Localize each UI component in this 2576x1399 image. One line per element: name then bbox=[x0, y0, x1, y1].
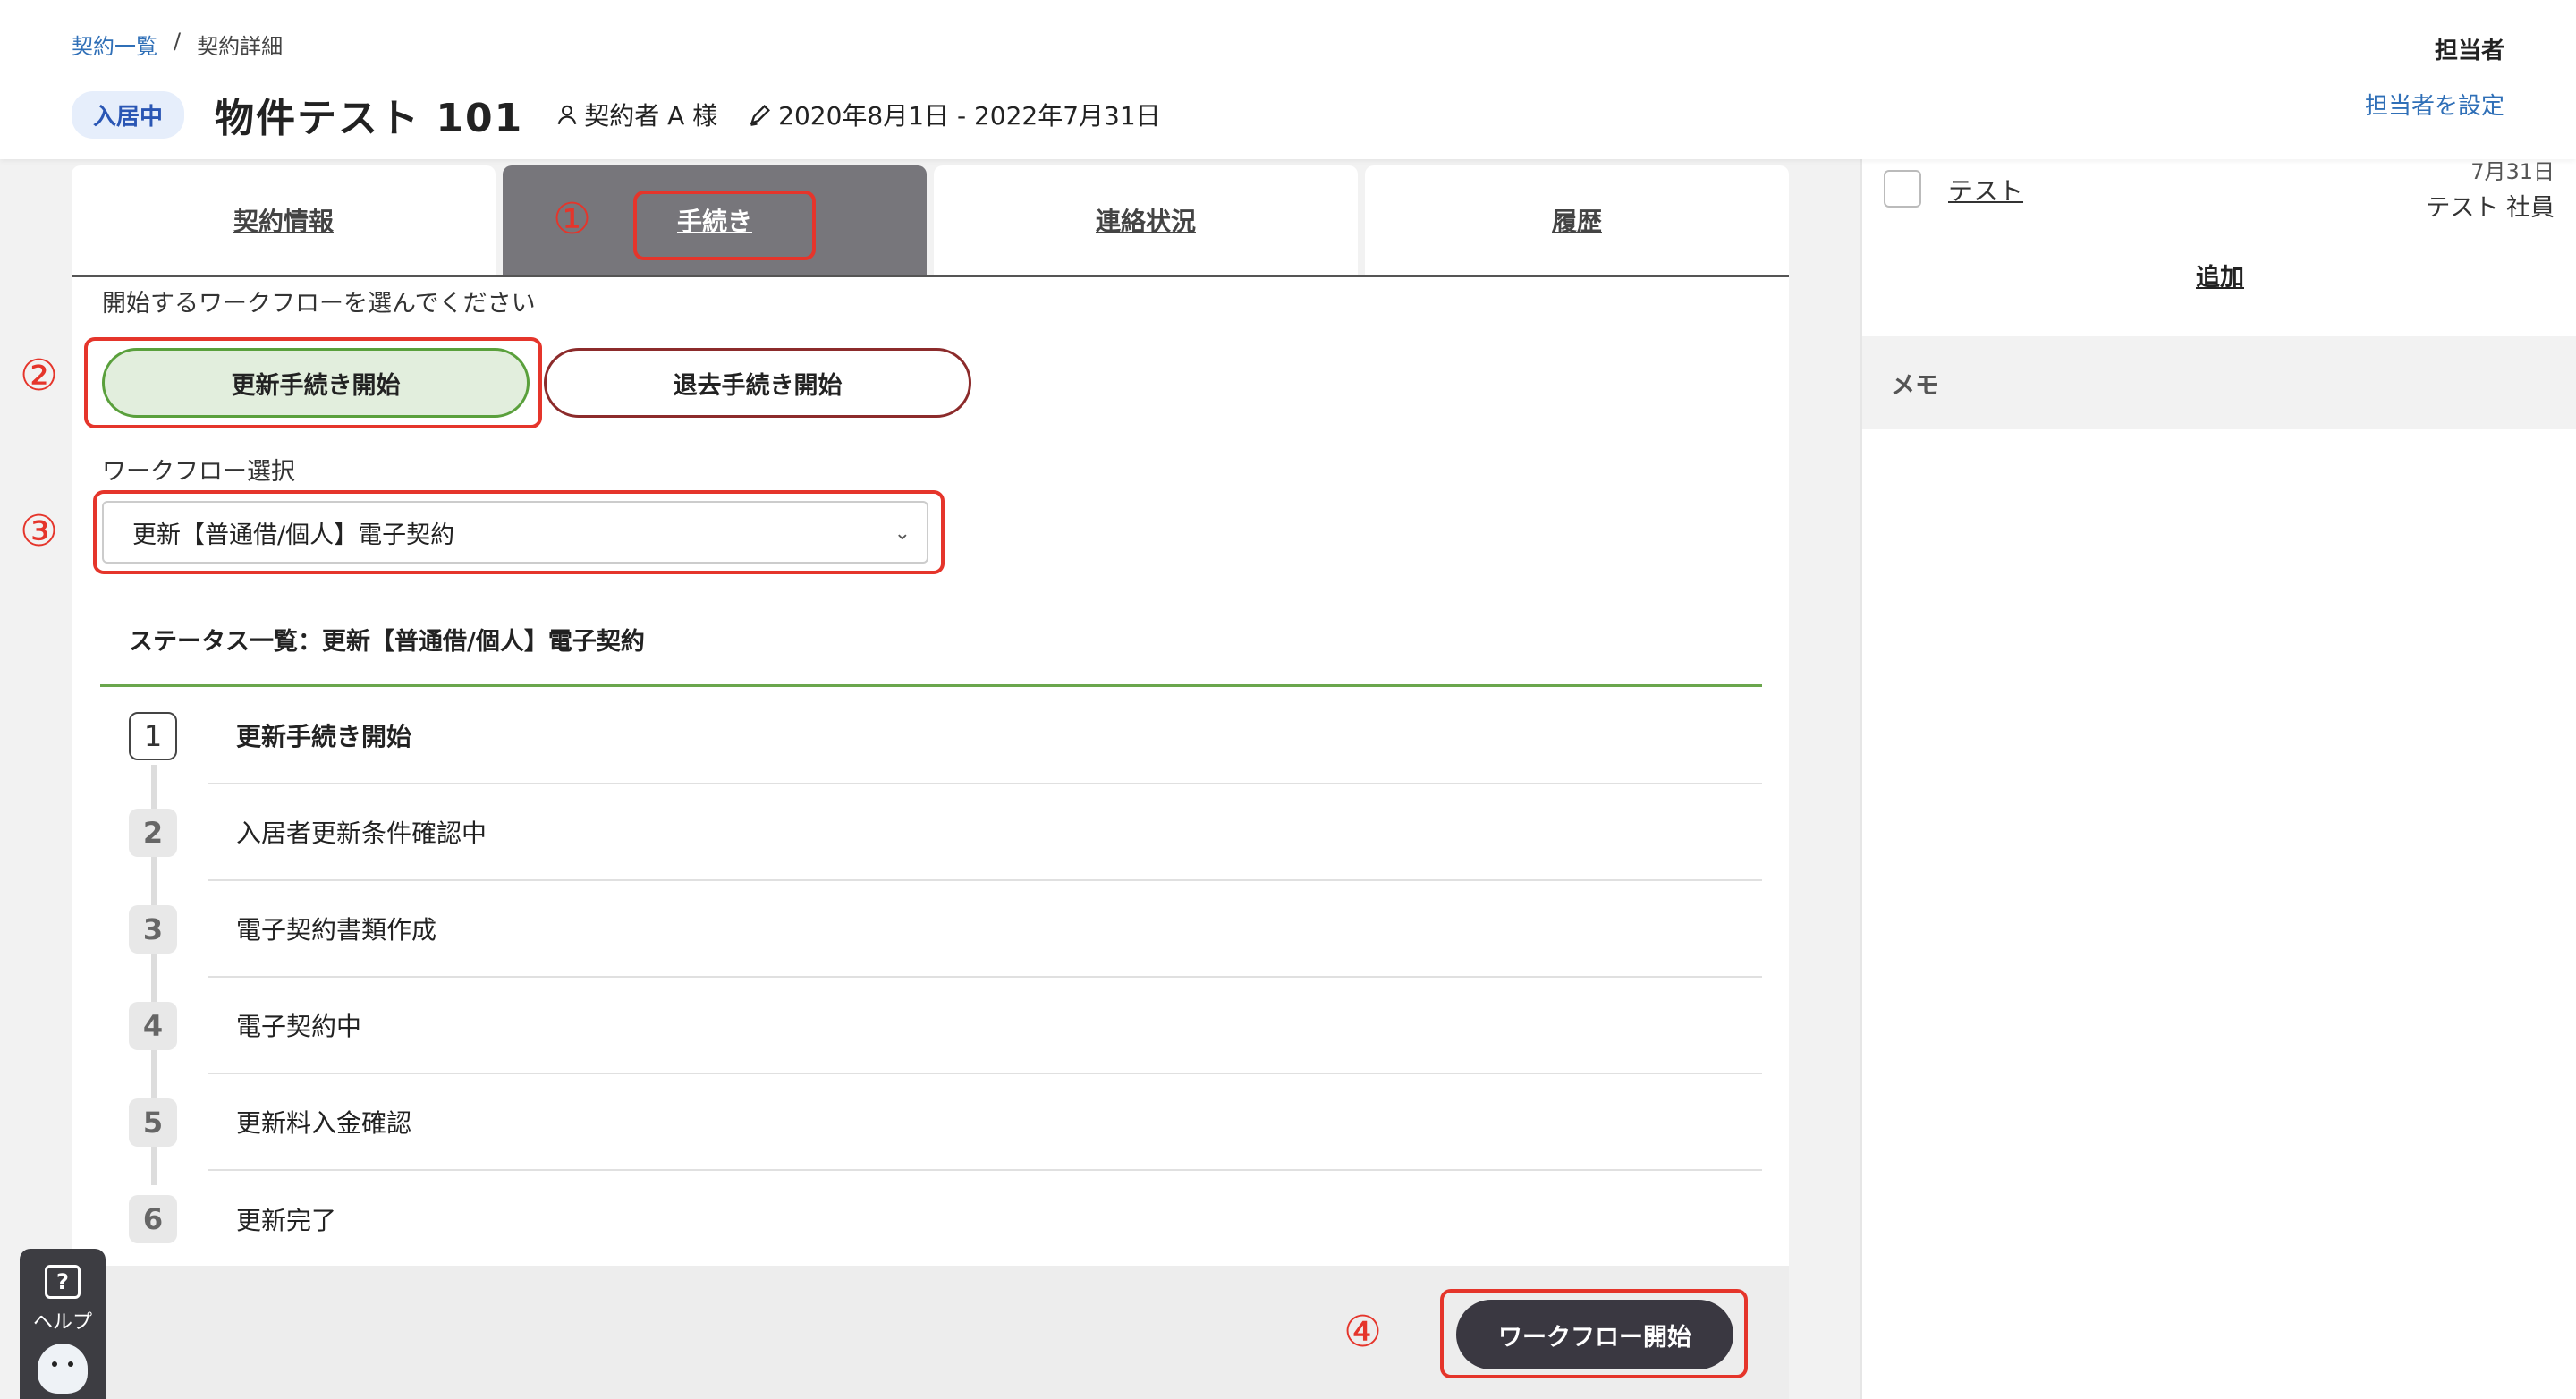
step-label: 電子契約書類作成 bbox=[236, 915, 437, 945]
tab-bar: 契約情報 手続き 連絡状況 履歴 bbox=[72, 165, 1789, 277]
breadcrumb: 契約一覧 / 契約詳細 bbox=[72, 29, 283, 60]
annotation-3: ③ bbox=[20, 506, 59, 556]
mascot-icon bbox=[38, 1344, 88, 1394]
workflow-select-value: 更新【普通借/個人】電子契約 bbox=[132, 521, 455, 549]
todo-name-link[interactable]: テスト bbox=[1948, 172, 2023, 208]
step-number: 6 bbox=[129, 1195, 177, 1243]
step-number: 3 bbox=[129, 905, 177, 954]
step-number: 1 bbox=[129, 712, 177, 760]
todo-owner: テスト 社員 bbox=[2426, 194, 2555, 222]
status-divider bbox=[100, 684, 1762, 687]
workflow-instruction: 開始するワークフローを選んでください bbox=[102, 290, 536, 318]
step-label: 更新料入金確認 bbox=[236, 1108, 412, 1138]
tab-contract-info[interactable]: 契約情報 bbox=[72, 165, 496, 275]
right-sidebar: テスト 7月31日 テスト 社員 追加 メモ bbox=[1860, 159, 2576, 1399]
status-list-heading: ステータス一覧：更新【普通借/個人】電子契約 bbox=[129, 628, 645, 656]
step-row: 更新料入金確認 bbox=[208, 1074, 1762, 1171]
step-row: 更新完了 bbox=[208, 1171, 1762, 1268]
workflow-select[interactable]: 更新【普通借/個人】電子契約 ⌄ bbox=[102, 501, 928, 564]
contract-period: 2020年8月1日 - 2022年7月31日 bbox=[748, 97, 1161, 132]
annotation-2: ② bbox=[20, 351, 59, 401]
period-text: 2020年8月1日 - 2022年7月31日 bbox=[778, 101, 1161, 131]
breadcrumb-current: 契約詳細 bbox=[197, 34, 284, 59]
annotation-1: ① bbox=[553, 194, 592, 244]
breadcrumb-separator: / bbox=[174, 29, 182, 54]
person-icon bbox=[557, 105, 577, 125]
step-row: 更新手続き開始 bbox=[208, 688, 1762, 784]
step-number: 4 bbox=[129, 1002, 177, 1050]
tab-history[interactable]: 履歴 bbox=[1365, 165, 1789, 275]
status-badge: 入居中 bbox=[72, 90, 185, 139]
step-label: 入居者更新条件確認中 bbox=[236, 818, 487, 848]
step-row: 電子契約中 bbox=[208, 978, 1762, 1074]
memo-header: メモ bbox=[1862, 336, 2576, 429]
page-title: 物件テスト 101 bbox=[215, 96, 524, 141]
page-header: 契約一覧 / 契約詳細 入居中 物件テスト 101 契約者 A 様 2020年8… bbox=[0, 0, 2576, 159]
step-number: 5 bbox=[129, 1098, 177, 1147]
pen-icon bbox=[750, 105, 771, 126]
help-question-icon: ? bbox=[45, 1265, 80, 1299]
highlight-procedures-tab bbox=[633, 191, 816, 260]
help-label: ヘルプ bbox=[32, 1311, 92, 1334]
step-number: 2 bbox=[129, 809, 177, 857]
step-label: 電子契約中 bbox=[236, 1012, 362, 1041]
title-row: 入居中 物件テスト 101 契約者 A 様 2020年8月1日 - 2022年7… bbox=[72, 86, 1161, 143]
exit-workflow-button[interactable]: 退去手続き開始 bbox=[544, 348, 971, 418]
annotation-4: ④ bbox=[1343, 1307, 1383, 1357]
assignee-label: 担当者 bbox=[2434, 38, 2504, 64]
start-workflow-button[interactable]: ワークフロー開始 bbox=[1456, 1300, 1733, 1369]
breadcrumb-contract-list[interactable]: 契約一覧 bbox=[72, 29, 157, 60]
help-widget[interactable]: ? ヘルプ bbox=[20, 1249, 106, 1399]
step-row: 電子契約書類作成 bbox=[208, 881, 1762, 978]
add-todo-link[interactable]: 追加 bbox=[1862, 258, 2576, 293]
todo-checkbox[interactable] bbox=[1884, 170, 1921, 208]
set-assignee-link[interactable]: 担当者を設定 bbox=[2365, 88, 2504, 121]
chevron-down-icon: ⌄ bbox=[894, 522, 911, 545]
workflow-select-label: ワークフロー選択 bbox=[102, 458, 295, 486]
step-row: 入居者更新条件確認中 bbox=[208, 784, 1762, 881]
contractor-name: 契約者 A 様 bbox=[584, 101, 718, 131]
procedure-panel: 契約情報 手続き 連絡状況 履歴 ① 開始するワークフローを選んでください 更新… bbox=[72, 165, 1789, 1399]
step-label: 更新手続き開始 bbox=[236, 722, 412, 751]
contractor-info: 契約者 A 様 bbox=[555, 97, 717, 132]
todo-item: テスト 7月31日 テスト 社員 bbox=[1884, 159, 2555, 222]
renew-workflow-button[interactable]: 更新手続き開始 bbox=[102, 348, 530, 418]
tab-contact-status[interactable]: 連絡状況 bbox=[934, 165, 1358, 275]
step-label: 更新完了 bbox=[236, 1206, 337, 1235]
